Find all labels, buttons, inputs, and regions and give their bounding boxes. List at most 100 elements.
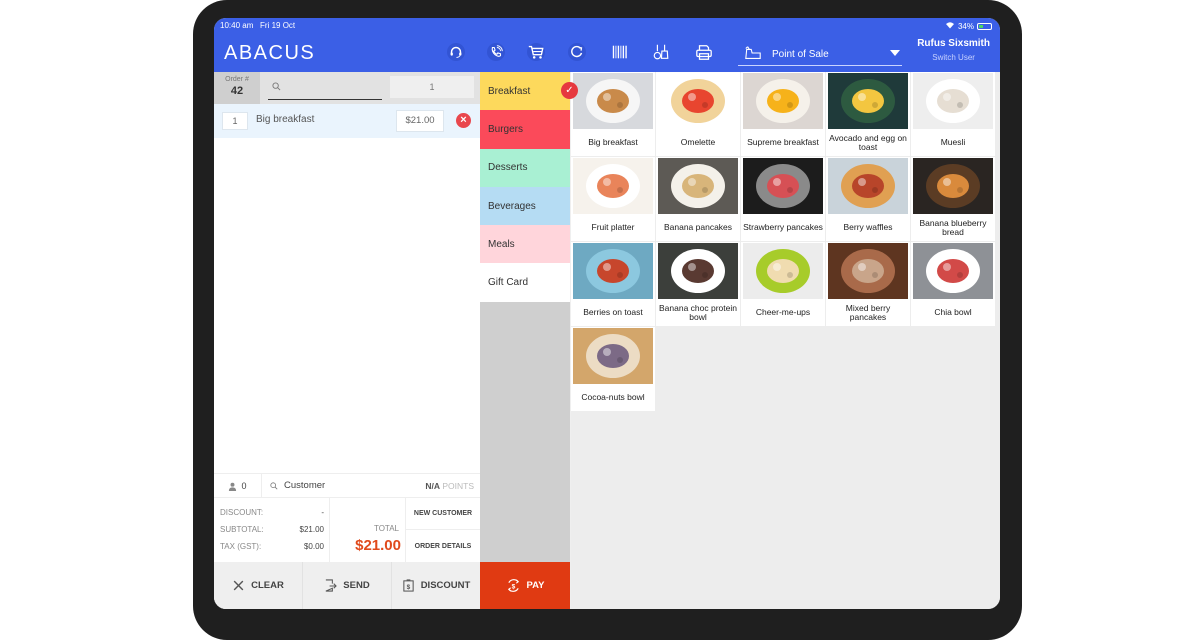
refresh-icon[interactable] (567, 42, 587, 62)
product-name: Avocado and egg on toast (829, 132, 907, 152)
product-image (913, 158, 993, 214)
product-image (573, 243, 653, 299)
category-burgers[interactable]: Burgers (480, 110, 570, 149)
printer-icon[interactable] (694, 42, 714, 62)
tax-value: $0.00 (303, 542, 324, 551)
product-name: Banana pancakes (663, 222, 733, 233)
status-date: Fri 19 Oct (260, 21, 296, 30)
product-tile[interactable]: Big breakfast (571, 72, 655, 156)
battery-percent: 34% (957, 21, 974, 31)
category-label: Gift Card (488, 277, 529, 289)
product-image (743, 158, 823, 214)
category-breakfast[interactable]: Breakfast ✓ (480, 72, 578, 111)
cart-icon[interactable] (526, 42, 546, 62)
product-tile[interactable]: Banana choc protein bowl (656, 242, 740, 326)
product-tile[interactable]: Banana pancakes (656, 157, 740, 241)
discount-value: - (321, 508, 324, 517)
category-label: Burgers (488, 123, 524, 135)
quantity-input[interactable]: 1 (390, 76, 474, 98)
person-icon (229, 482, 237, 491)
product-image (743, 73, 823, 129)
category-list: Breakfast ✓ Burgers Desserts Beverages Meals G… (480, 72, 578, 609)
remove-line-icon[interactable]: × (456, 113, 471, 128)
category-meals[interactable]: Meals (480, 225, 570, 264)
product-tile[interactable]: Chia bowl (911, 242, 995, 326)
status-time: 10:40 am (220, 21, 254, 30)
product-search-input[interactable] (268, 76, 382, 100)
product-name: Muesli (940, 137, 966, 148)
product-image (658, 73, 738, 129)
product-tile[interactable]: Muesli (911, 72, 995, 156)
product-image (828, 243, 908, 299)
user-menu[interactable]: Rufus Sixsmith Switch User (917, 38, 990, 62)
product-tile[interactable]: Banana blueberry bread (911, 157, 995, 241)
order-details-button[interactable]: ORDER DETAILS (406, 530, 480, 562)
product-tile[interactable]: Cocoa-nuts bowl (571, 327, 655, 411)
order-total: TOTAL $21.00 (330, 498, 406, 562)
app-logo: ABACUS (224, 42, 316, 64)
product-image (828, 158, 908, 214)
product-tile[interactable]: Cheer-me-ups (741, 242, 825, 326)
product-tile[interactable]: Berries on toast (571, 242, 655, 326)
new-customer-button[interactable]: NEW CUSTOMER (406, 498, 480, 530)
product-image (913, 243, 993, 299)
product-name: Fruit platter (591, 222, 635, 233)
send-button[interactable]: SEND (303, 562, 392, 609)
order-bottom-bar: CLEAR SEND $ DISCOUNT (214, 562, 480, 609)
line-quantity[interactable]: 1 (222, 112, 248, 130)
payment-icon: $ (507, 579, 519, 592)
product-image (573, 73, 653, 129)
product-name: Banana blueberry bread (919, 217, 987, 237)
headset-icon[interactable] (446, 42, 466, 62)
order-header: Order # 42 1 (214, 72, 480, 104)
switch-user-link[interactable]: Switch User (917, 53, 990, 62)
product-name: Supreme breakfast (747, 137, 819, 148)
guest-count-value: 0 (241, 481, 247, 491)
subtotal-row: SUBTOTAL: $21.00 (220, 525, 324, 534)
product-name: Cocoa-nuts bowl (581, 392, 645, 403)
phone-icon[interactable] (486, 42, 506, 62)
product-tile[interactable]: Berry waffles (826, 157, 910, 241)
product-tile[interactable]: Strawberry pancakes (741, 157, 825, 241)
line-price[interactable]: $21.00 (396, 110, 444, 132)
customer-search[interactable]: Customer (270, 480, 325, 491)
status-bar-left: 10:40 am Fri 19 Oct (220, 21, 295, 30)
category-label: Meals (488, 238, 515, 250)
discount-button[interactable]: $ DISCOUNT (392, 562, 480, 609)
clear-button[interactable]: CLEAR (214, 562, 303, 609)
search-icon (272, 82, 281, 91)
category-label: Desserts (488, 162, 528, 174)
kitchen-tools-icon[interactable] (651, 42, 671, 62)
category-beverages[interactable]: Beverages (480, 186, 570, 226)
order-number-value: 42 (230, 85, 244, 97)
order-line-item[interactable]: 1 Big breakfast $21.00 × (214, 104, 480, 138)
points-value: N/A (425, 481, 440, 491)
battery-icon (977, 22, 992, 30)
category-desserts[interactable]: Desserts (480, 148, 570, 187)
totals-breakdown: DISCOUNT: - SUBTOTAL: $21.00 TAX (GST): … (214, 498, 330, 562)
category-gift-card[interactable]: Gift Card (480, 263, 570, 302)
subtotal-label: SUBTOTAL: (220, 525, 264, 534)
guest-count[interactable]: 0 (214, 474, 262, 498)
product-tile[interactable]: Mixed berry pancakes (826, 242, 910, 326)
product-image (658, 243, 738, 299)
product-tile[interactable]: Avocado and egg on toast (826, 72, 910, 156)
barcode-icon[interactable] (610, 42, 630, 62)
pay-button-label: PAY (526, 580, 545, 591)
product-tile[interactable]: Fruit platter (571, 157, 655, 241)
mode-select[interactable]: Point of Sale (738, 44, 902, 66)
product-image (658, 158, 738, 214)
product-image (913, 73, 993, 129)
pay-button[interactable]: $ PAY (480, 562, 570, 609)
discount-icon: $ (403, 579, 414, 592)
product-tile[interactable]: Omelette (656, 72, 740, 156)
product-image (573, 158, 653, 214)
close-icon (233, 580, 244, 591)
mode-select-value: Point of Sale (772, 49, 829, 60)
product-tile[interactable]: Supreme breakfast (741, 72, 825, 156)
line-name: Big breakfast (256, 114, 315, 125)
category-label: Beverages (488, 200, 536, 212)
svg-text:$: $ (406, 584, 410, 591)
subtotal-value: $21.00 (299, 525, 324, 534)
product-name: Berries on toast (583, 307, 643, 318)
